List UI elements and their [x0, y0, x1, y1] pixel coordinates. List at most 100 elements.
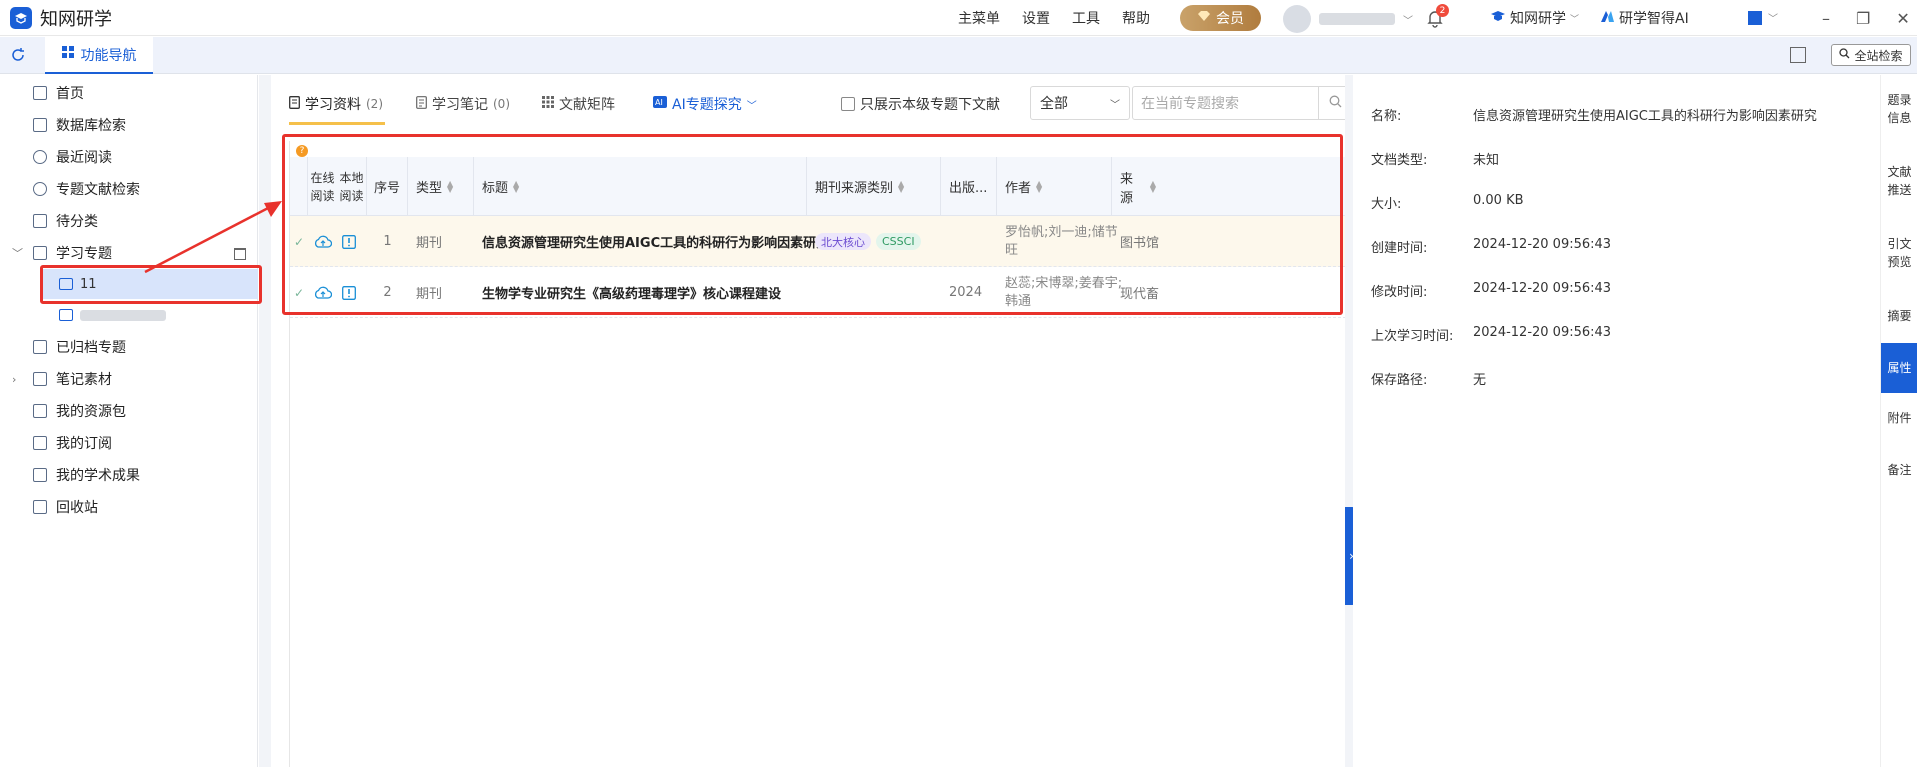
- sidebar: 首页 数据库检索 最近阅读 专题文献检索 待分类 ﹀ 学习专题 11 已归档专题…: [0, 75, 258, 767]
- window-controls: – ❐ ✕: [1822, 0, 1910, 36]
- prop-value: 2024-12-20 09:56:43: [1473, 281, 1612, 296]
- sidebar-item-label: 我的学术成果: [56, 468, 140, 484]
- sidebar-item-label: 我的资源包: [56, 404, 126, 420]
- panel-splitter[interactable]: [1345, 75, 1353, 767]
- app-logo-icon: [10, 6, 32, 29]
- active-tab-indicator: [289, 122, 385, 125]
- avatar[interactable]: [1283, 5, 1311, 33]
- ai-badge-icon: AI: [653, 96, 667, 112]
- tab-label: 学习笔记: [432, 97, 488, 113]
- trash-icon: [33, 500, 47, 514]
- global-search-button[interactable]: 全站检索: [1831, 44, 1911, 66]
- rail-label: 推送: [1887, 183, 1912, 197]
- checkbox-label: 只展示本级专题下文献: [860, 97, 1000, 113]
- prop-value: 无: [1473, 373, 1487, 388]
- sidebar-item-archived[interactable]: 已归档专题: [0, 332, 258, 362]
- detail-rail: 题录 信息 文献 推送 引文 预览 摘要 属性 附件 备注: [1880, 75, 1917, 767]
- prop-name: 名称: 信息资源管理研究生使用AIGC工具的科研行为影响因素研究: [1371, 105, 1817, 124]
- sidebar-item-database-search[interactable]: 数据库检索: [0, 110, 258, 140]
- brand-links: 知网研学 ﹀ 研学智得AI: [1490, 0, 1689, 36]
- annotation-arrow-icon: [144, 201, 282, 274]
- brand-link-ai[interactable]: 研学智得AI: [1599, 8, 1689, 28]
- search-icon: [33, 182, 47, 196]
- tab-ai-explore[interactable]: AI AI专题探究 ﹀: [653, 94, 757, 114]
- sidebar-item-recent[interactable]: 最近阅读: [0, 142, 258, 172]
- sidebar-item-notes[interactable]: › 笔记素材: [0, 364, 258, 394]
- sidebar-subitem-redacted[interactable]: [42, 300, 258, 330]
- chevron-down-icon[interactable]: ﹀: [12, 245, 23, 261]
- rail-abstract[interactable]: 摘要: [1881, 307, 1917, 325]
- rail-notes[interactable]: 备注: [1881, 461, 1917, 479]
- sidebar-item-label: 我的订阅: [56, 436, 112, 452]
- sidebar-item-subscriptions[interactable]: 我的订阅: [0, 428, 258, 458]
- content-tabs: 学习资料 (2) 学习笔记 (0) 文献矩阵 AI AI专题探究 ﹀ 只展示本级…: [271, 75, 1352, 127]
- svg-text:AI: AI: [655, 98, 663, 107]
- search-icon: [1329, 95, 1342, 112]
- rail-recommendations[interactable]: 文献 推送: [1881, 163, 1917, 199]
- restore-icon[interactable]: ❐: [1856, 9, 1870, 28]
- prop-value: 2024-12-20 09:56:43: [1473, 325, 1612, 340]
- only-current-level-checkbox[interactable]: 只展示本级专题下文献: [841, 94, 1000, 114]
- matrix-icon: [542, 96, 554, 112]
- refresh-icon[interactable]: [10, 47, 26, 67]
- rail-label: 文献: [1887, 165, 1912, 179]
- sidebar-item-label: 待分类: [56, 214, 98, 230]
- search-icon: [1839, 48, 1850, 62]
- book-icon: [33, 246, 47, 260]
- sidebar-item-resource-pack[interactable]: 我的资源包: [0, 396, 258, 426]
- theme-color-swatch[interactable]: [1748, 11, 1762, 25]
- home-icon: [33, 86, 47, 100]
- prop-key: 文档类型:: [1371, 153, 1428, 168]
- rail-citation-info[interactable]: 题录 信息: [1881, 91, 1917, 127]
- tab-function-nav[interactable]: 功能导航: [45, 37, 153, 74]
- tab-study-notes[interactable]: 学习笔记 (0): [416, 94, 510, 114]
- chevron-down-icon: ﹀: [1110, 99, 1120, 111]
- grid-icon: [61, 46, 75, 63]
- rail-citation-preview[interactable]: 引文 预览: [1881, 235, 1917, 271]
- ai-logo-icon: [1599, 9, 1615, 27]
- topic-cloud-icon: [59, 309, 73, 321]
- rail-label: 引文: [1887, 237, 1912, 251]
- prop-key: 创建时间:: [1371, 241, 1428, 256]
- minimize-icon[interactable]: –: [1822, 9, 1830, 28]
- chevron-down-icon: ﹀: [746, 100, 757, 112]
- panel-toggle-icon[interactable]: [1790, 47, 1806, 63]
- menu-settings[interactable]: 设置: [1022, 8, 1050, 28]
- brand-link-cnki[interactable]: 知网研学 ﹀: [1490, 8, 1579, 28]
- sidebar-item-achievements[interactable]: 我的学术成果: [0, 460, 258, 490]
- tab-study-materials[interactable]: 学习资料 (2): [289, 94, 383, 114]
- app-title: 知网研学: [40, 8, 112, 30]
- rail-label: 题录: [1887, 93, 1912, 107]
- close-icon[interactable]: ✕: [1896, 9, 1909, 28]
- scope-select-value: 全部: [1040, 96, 1068, 112]
- menu-main[interactable]: 主菜单: [958, 8, 1000, 28]
- sidebar-item-home[interactable]: 首页: [0, 78, 258, 108]
- tab-literature-matrix[interactable]: 文献矩阵: [542, 94, 615, 114]
- tab-label: AI专题探究: [672, 97, 742, 113]
- vip-diamond-icon: [1197, 10, 1211, 26]
- sidebar-item-trash[interactable]: 回收站: [0, 492, 258, 522]
- prop-value: 未知: [1473, 153, 1500, 168]
- menu-help[interactable]: 帮助: [1122, 8, 1150, 28]
- checkbox-box[interactable]: [841, 97, 855, 111]
- vip-label: 会员: [1216, 11, 1244, 27]
- layers-icon: [33, 404, 47, 418]
- folder-icon: [33, 214, 47, 228]
- chevron-right-icon[interactable]: ›: [12, 373, 16, 386]
- vip-button[interactable]: 会员: [1180, 5, 1261, 31]
- tab-label: 文献矩阵: [559, 97, 615, 113]
- rail-properties[interactable]: 属性: [1881, 343, 1917, 393]
- scope-select[interactable]: 全部 ﹀: [1030, 86, 1130, 120]
- prop-last-studied: 上次学习时间: 2024-12-20 09:56:43: [1371, 325, 1611, 344]
- menu-tools[interactable]: 工具: [1072, 8, 1100, 28]
- topic-search-input[interactable]: 在当前专题搜索: [1132, 86, 1319, 120]
- prop-value: 信息资源管理研究生使用AIGC工具的科研行为影响因素研究: [1473, 109, 1817, 124]
- note-icon: [33, 372, 47, 386]
- annotation-highlight-table: [282, 134, 1343, 315]
- clock-icon: [33, 150, 47, 164]
- tab-function-nav-label: 功能导航: [80, 47, 137, 64]
- prop-save-path: 保存路径: 无: [1371, 369, 1486, 388]
- rail-attachments[interactable]: 附件: [1881, 409, 1917, 427]
- user-menu[interactable]: ﹀: [1283, 5, 1413, 33]
- chevron-down-icon[interactable]: ﹀: [1768, 10, 1778, 25]
